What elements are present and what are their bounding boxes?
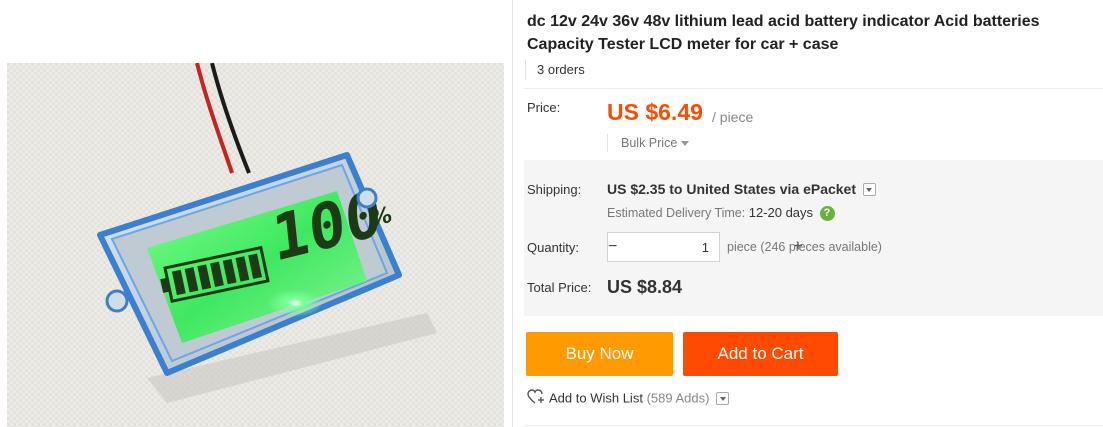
chevron-down-icon[interactable] — [862, 182, 876, 196]
decrement-button[interactable]: − — [608, 233, 617, 261]
buy-now-button[interactable]: Buy Now — [526, 332, 673, 376]
delivery-label: Estimated Delivery Time: — [607, 206, 746, 220]
add-to-wishlist-link[interactable]: Add to Wish List (589 Adds) — [527, 389, 730, 408]
battery-indicator-photo: 100 % — [7, 63, 504, 427]
product-title: dc 12v 24v 36v 48v lithium lead acid bat… — [527, 13, 1040, 53]
shipping-to-word: to — [669, 181, 683, 197]
shipping-label: Shipping: — [527, 182, 582, 197]
delivery-days: 12-20 days — [748, 205, 814, 220]
price-label: Price: — [527, 100, 561, 115]
quantity-stepper: − + — [607, 232, 803, 262]
wishlist-count: (589 Adds) — [646, 390, 710, 406]
panel-divider — [512, 0, 513, 427]
total-price-value: US $8.84 — [607, 277, 683, 297]
shipping-cost: US $2.35 — [607, 181, 666, 197]
help-icon[interactable]: ? — [819, 206, 835, 222]
shipping-destination: United States via ePacket — [686, 181, 857, 197]
heart-plus-icon — [527, 389, 545, 407]
delivery-estimate: Estimated Delivery Time: 12-20 days ? — [607, 205, 835, 222]
quantity-label: Quantity: — [527, 240, 580, 255]
orders-count: 3 orders — [525, 60, 585, 80]
price-unit: / piece — [712, 109, 754, 125]
chevron-down-icon[interactable] — [716, 391, 730, 405]
wishlist-label: Add to Wish List — [549, 390, 643, 406]
quantity-availability: piece (246 pieces available) — [727, 240, 882, 254]
price-value: US $6.49 — [607, 99, 703, 125]
total-price-label: Total Price: — [527, 280, 592, 295]
shipping-selector[interactable]: US $2.35 to United States via ePacket — [607, 181, 876, 197]
product-detail-panel: dc 12v 24v 36v 48v lithium lead acid bat… — [512, 0, 1103, 427]
caret-down-icon — [681, 141, 690, 147]
divider — [524, 425, 1103, 426]
bulk-price-toggle[interactable]: Bulk Price — [607, 134, 690, 152]
add-to-cart-button[interactable]: Add to Cart — [683, 332, 838, 376]
bulk-price-label: Bulk Price — [621, 136, 678, 150]
product-image[interactable]: 100 % — [7, 63, 504, 427]
divider — [524, 88, 1103, 89]
